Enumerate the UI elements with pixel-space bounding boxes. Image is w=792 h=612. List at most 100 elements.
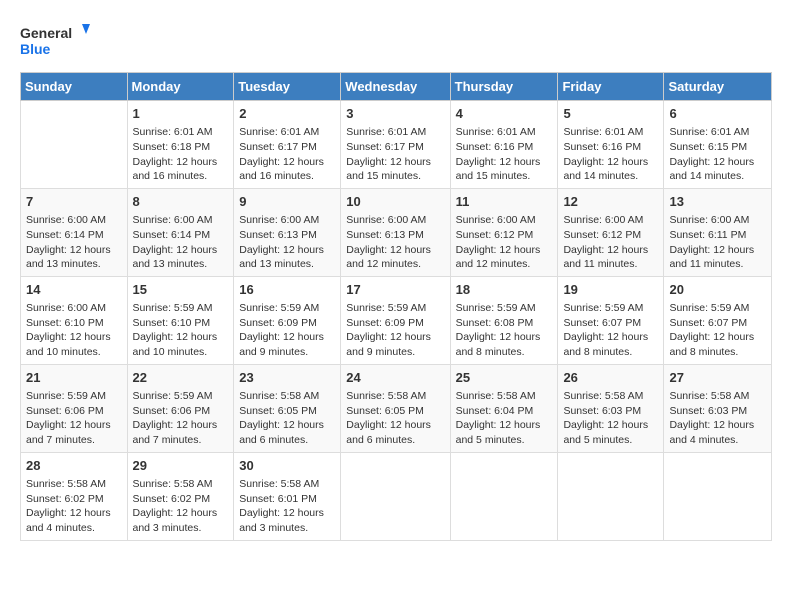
day-info: Sunset: 6:02 PM bbox=[26, 492, 122, 507]
day-info: Sunset: 6:05 PM bbox=[346, 404, 444, 419]
day-number: 6 bbox=[669, 105, 766, 123]
day-info: Daylight: 12 hours bbox=[563, 330, 658, 345]
day-info: Daylight: 12 hours bbox=[563, 243, 658, 258]
day-info: Daylight: 12 hours bbox=[456, 243, 553, 258]
calendar-day-cell: 13Sunrise: 6:00 AMSunset: 6:11 PMDayligh… bbox=[664, 188, 772, 276]
day-number: 8 bbox=[133, 193, 229, 211]
calendar-day-cell: 29Sunrise: 5:58 AMSunset: 6:02 PMDayligh… bbox=[127, 452, 234, 540]
day-info: and 16 minutes. bbox=[239, 169, 335, 184]
day-info: Sunrise: 6:00 AM bbox=[26, 301, 122, 316]
day-info: Daylight: 12 hours bbox=[133, 243, 229, 258]
day-info: Sunset: 6:10 PM bbox=[26, 316, 122, 331]
day-number: 14 bbox=[26, 281, 122, 299]
day-info: Sunset: 6:06 PM bbox=[26, 404, 122, 419]
day-info: Sunset: 6:13 PM bbox=[346, 228, 444, 243]
day-info: Sunrise: 6:01 AM bbox=[669, 125, 766, 140]
day-info: and 12 minutes. bbox=[346, 257, 444, 272]
calendar-week-row: 21 Sunrise: 5:59 AM Sunset: 6:06 PM Dayligh… bbox=[21, 364, 772, 452]
day-info: Daylight: 12 hours bbox=[239, 506, 335, 521]
day-info: Daylight: 12 hours bbox=[133, 155, 229, 170]
day-info: and 8 minutes. bbox=[669, 345, 766, 360]
day-info: Daylight: 12 hours bbox=[346, 243, 444, 258]
logo: General Blue bbox=[20, 20, 90, 62]
day-info: Sunset: 6:11 PM bbox=[669, 228, 766, 243]
calendar-day-cell: 20Sunrise: 5:59 AMSunset: 6:07 PMDayligh… bbox=[664, 276, 772, 364]
calendar-week-row: 1Sunrise: 6:01 AMSunset: 6:18 PMDaylight… bbox=[21, 101, 772, 189]
day-info: Sunrise: 6:00 AM bbox=[133, 213, 229, 228]
day-info: Daylight: 12 hours bbox=[456, 330, 553, 345]
day-number: 9 bbox=[239, 193, 335, 211]
day-info: and 6 minutes. bbox=[239, 433, 335, 448]
day-info: Sunrise: 5:58 AM bbox=[563, 389, 658, 404]
calendar-header-row: SundayMondayTuesdayWednesdayThursdayFrid… bbox=[21, 73, 772, 101]
day-info: and 15 minutes. bbox=[346, 169, 444, 184]
day-info: and 8 minutes. bbox=[456, 345, 553, 360]
calendar-day-cell: 10Sunrise: 6:00 AMSunset: 6:13 PMDayligh… bbox=[341, 188, 450, 276]
day-number: 10 bbox=[346, 193, 444, 211]
calendar-header-cell: Wednesday bbox=[341, 73, 450, 101]
day-info: Daylight: 12 hours bbox=[563, 155, 658, 170]
calendar-day-cell bbox=[341, 452, 450, 540]
calendar-day-cell: 11Sunrise: 6:00 AMSunset: 6:12 PMDayligh… bbox=[450, 188, 558, 276]
logo-svg: General Blue bbox=[20, 20, 90, 62]
day-info: Sunrise: 5:58 AM bbox=[133, 477, 229, 492]
day-info: and 11 minutes. bbox=[669, 257, 766, 272]
day-info: Sunrise: 6:00 AM bbox=[239, 213, 335, 228]
day-info: Daylight: 12 hours bbox=[456, 155, 553, 170]
day-number: 19 bbox=[563, 281, 658, 299]
day-number: 3 bbox=[346, 105, 444, 123]
day-info: Sunrise: 6:00 AM bbox=[456, 213, 553, 228]
day-info: Sunrise: 5:59 AM bbox=[133, 389, 229, 404]
calendar-day-cell: 25Sunrise: 5:58 AMSunset: 6:04 PMDayligh… bbox=[450, 364, 558, 452]
day-info: Sunrise: 5:59 AM bbox=[239, 301, 335, 316]
day-info: Sunset: 6:04 PM bbox=[456, 404, 553, 419]
day-number: 5 bbox=[563, 105, 658, 123]
day-info: and 3 minutes. bbox=[239, 521, 335, 536]
day-info: Sunset: 6:09 PM bbox=[239, 316, 335, 331]
calendar-day-cell: 18Sunrise: 5:59 AMSunset: 6:08 PMDayligh… bbox=[450, 276, 558, 364]
day-info: Daylight: 12 hours bbox=[456, 418, 553, 433]
calendar-table: SundayMondayTuesdayWednesdayThursdayFrid… bbox=[20, 72, 772, 541]
day-number: 1 bbox=[133, 105, 229, 123]
day-info: and 6 minutes. bbox=[346, 433, 444, 448]
day-info: Sunrise: 5:59 AM bbox=[133, 301, 229, 316]
day-number: 24 bbox=[346, 369, 444, 387]
calendar-week-row: 7Sunrise: 6:00 AMSunset: 6:14 PMDaylight… bbox=[21, 188, 772, 276]
day-info: and 16 minutes. bbox=[133, 169, 229, 184]
day-info: Sunset: 6:15 PM bbox=[669, 140, 766, 155]
calendar-day-cell: 7Sunrise: 6:00 AMSunset: 6:14 PMDaylight… bbox=[21, 188, 128, 276]
calendar-day-cell: 28Sunrise: 5:58 AMSunset: 6:02 PMDayligh… bbox=[21, 452, 128, 540]
svg-text:General: General bbox=[20, 25, 72, 41]
day-number: 27 bbox=[669, 369, 766, 387]
calendar-day-cell: 23Sunrise: 5:58 AMSunset: 6:05 PMDayligh… bbox=[234, 364, 341, 452]
calendar-day-cell bbox=[21, 101, 128, 189]
day-info: and 13 minutes. bbox=[133, 257, 229, 272]
day-number: 21 bbox=[26, 369, 122, 387]
day-info: Sunset: 6:03 PM bbox=[669, 404, 766, 419]
day-number: 13 bbox=[669, 193, 766, 211]
day-info: Sunset: 6:13 PM bbox=[239, 228, 335, 243]
day-number: 30 bbox=[239, 457, 335, 475]
day-number: 4 bbox=[456, 105, 553, 123]
day-info: and 7 minutes. bbox=[133, 433, 229, 448]
day-info: Daylight: 12 hours bbox=[239, 243, 335, 258]
day-info: Daylight: 12 hours bbox=[346, 155, 444, 170]
day-info: Sunset: 6:10 PM bbox=[133, 316, 229, 331]
day-info: Sunrise: 6:01 AM bbox=[456, 125, 553, 140]
calendar-day-cell: 2Sunrise: 6:01 AMSunset: 6:17 PMDaylight… bbox=[234, 101, 341, 189]
day-info: and 13 minutes. bbox=[26, 257, 122, 272]
day-info: and 10 minutes. bbox=[26, 345, 122, 360]
calendar-header-cell: Friday bbox=[558, 73, 664, 101]
day-info: Sunset: 6:14 PM bbox=[133, 228, 229, 243]
day-info: Sunset: 6:01 PM bbox=[239, 492, 335, 507]
calendar-header-cell: Tuesday bbox=[234, 73, 341, 101]
day-info: Sunset: 6:12 PM bbox=[563, 228, 658, 243]
day-info: Daylight: 12 hours bbox=[669, 418, 766, 433]
calendar-day-cell: 12Sunrise: 6:00 AMSunset: 6:12 PMDayligh… bbox=[558, 188, 664, 276]
day-info: Sunset: 6:16 PM bbox=[456, 140, 553, 155]
day-info: Sunrise: 6:01 AM bbox=[563, 125, 658, 140]
day-info: Daylight: 12 hours bbox=[239, 418, 335, 433]
day-info: Sunrise: 6:01 AM bbox=[133, 125, 229, 140]
calendar-day-cell: 4 Sunrise: 6:01 AMSunset: 6:16 PMDaylight… bbox=[450, 101, 558, 189]
day-info: Daylight: 12 hours bbox=[133, 330, 229, 345]
